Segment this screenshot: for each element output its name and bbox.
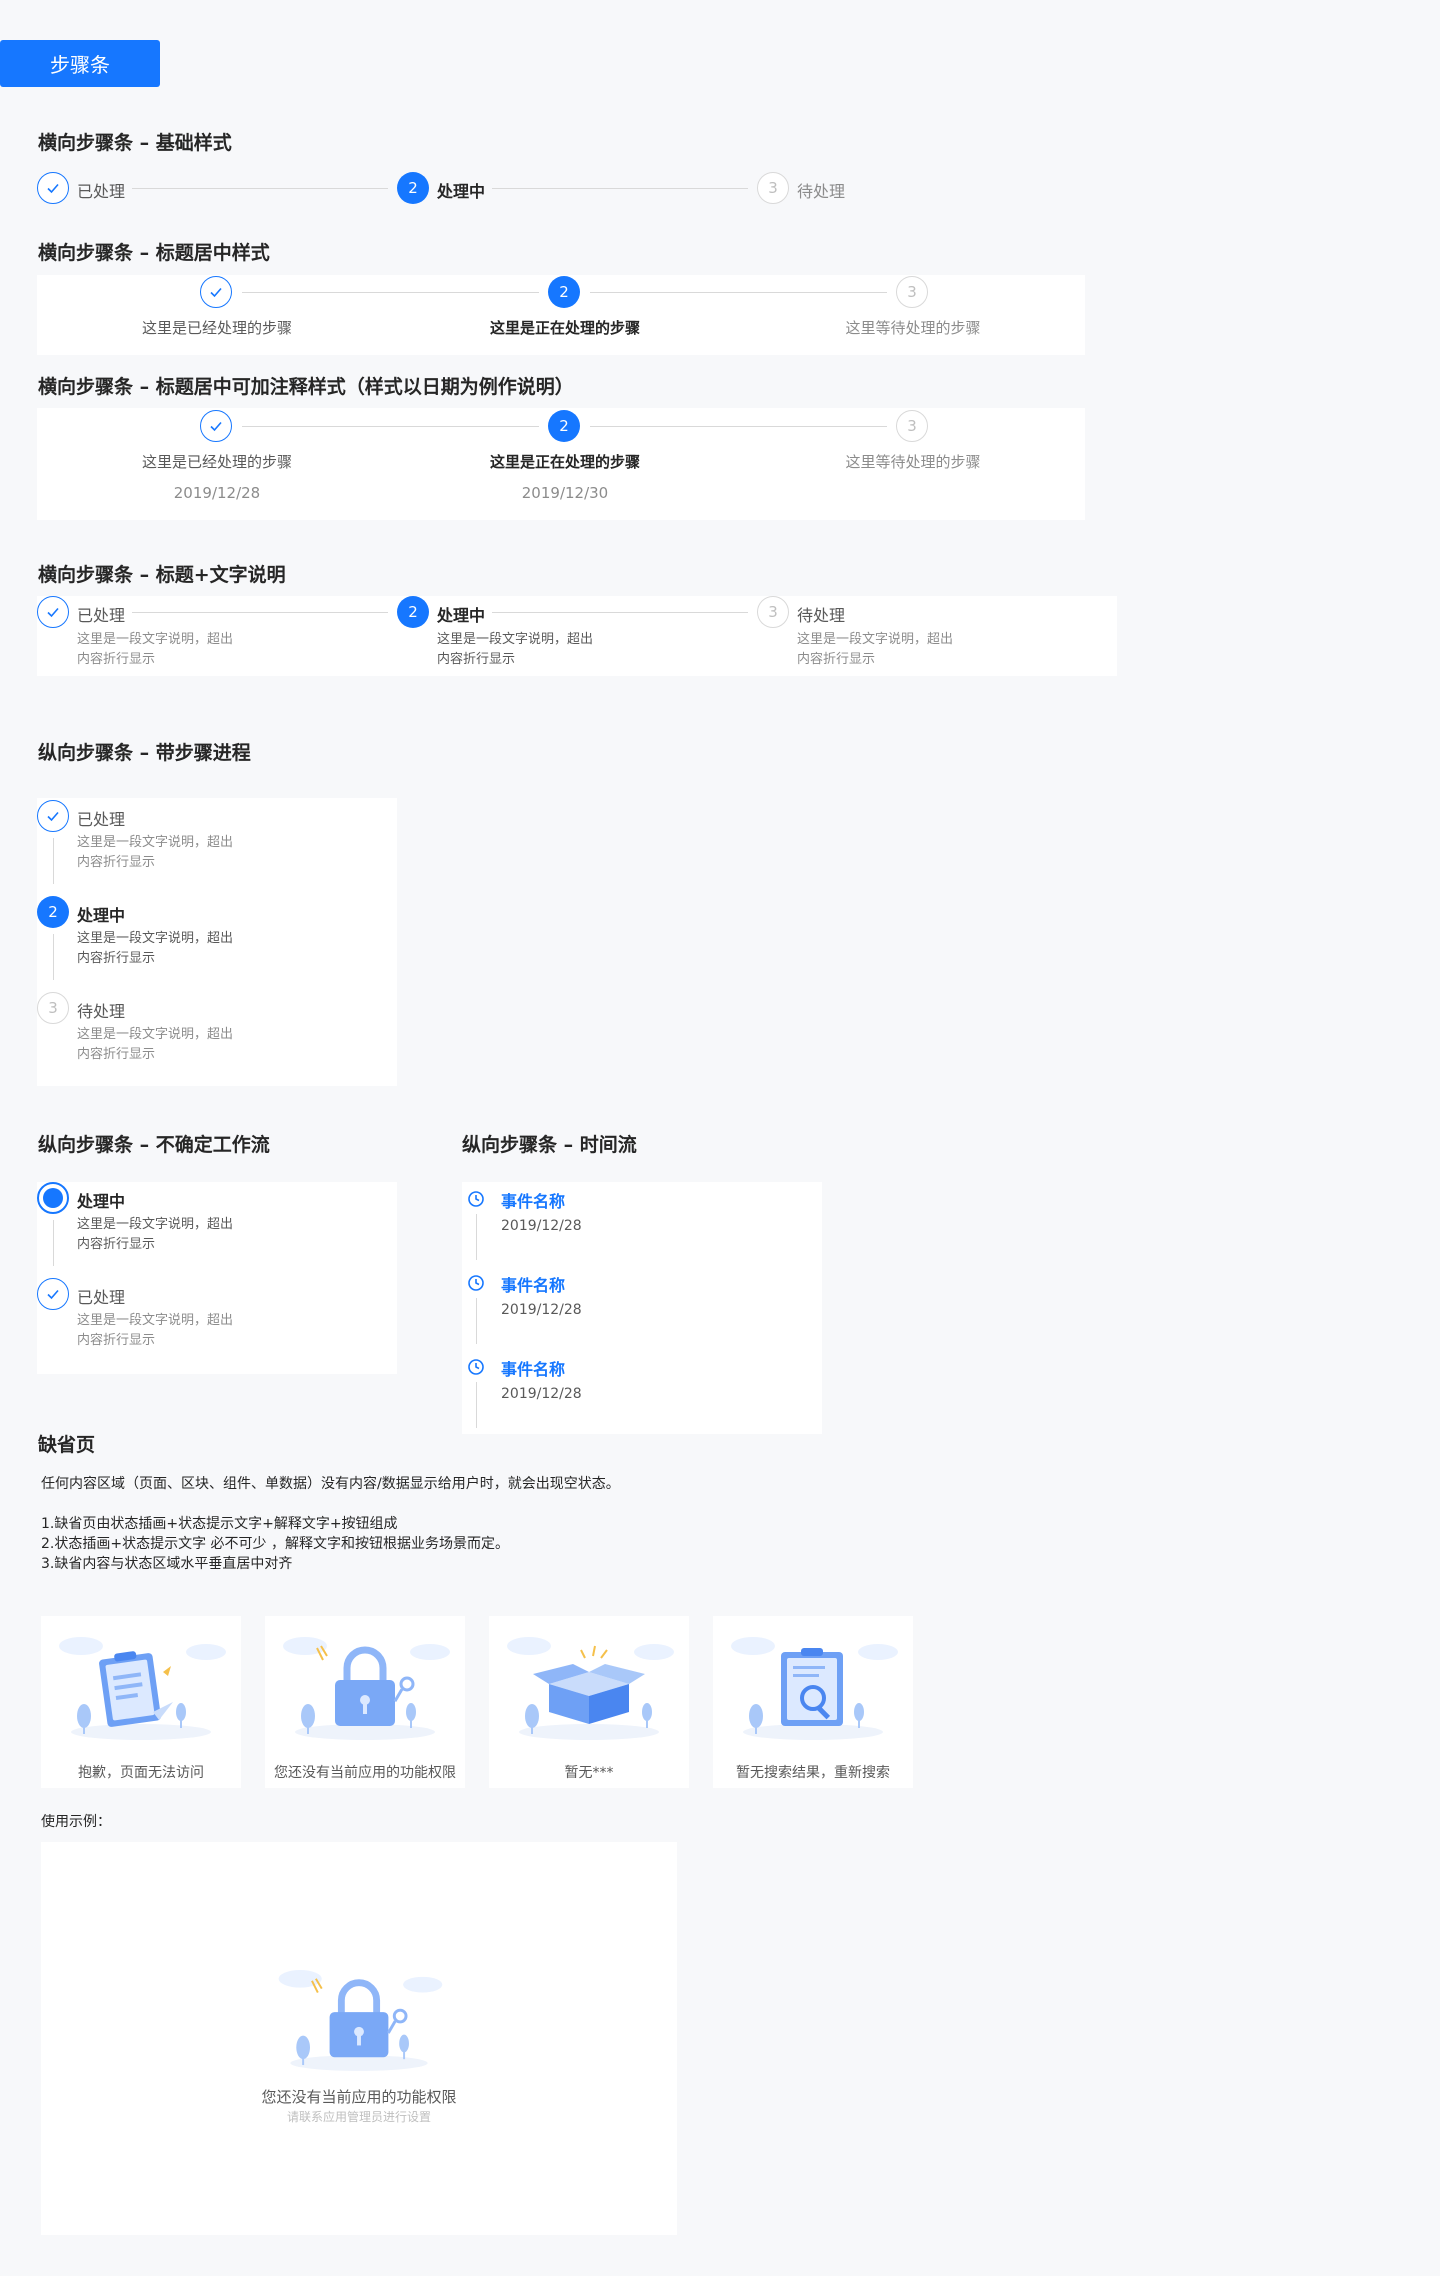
step-current-icon: 2 bbox=[548, 410, 580, 442]
timeline-event-date: 2019/12/28 bbox=[501, 1386, 582, 1402]
step-title-current: 这里是正在处理的步骤 bbox=[489, 453, 641, 471]
step-desc-line1: 这里是一段文字说明，超出 bbox=[77, 1217, 234, 1232]
steps-workflow-card: 处理中 这里是一段文字说明，超出 内容折行显示 已处理 这里是一段文字说明，超出… bbox=[37, 1182, 397, 1374]
step-title-done: 这里是已经处理的步骤 bbox=[141, 319, 293, 337]
step-label-wait: 待处理 bbox=[77, 1002, 126, 1021]
step-desc-line1: 这里是一段文字说明，超出 bbox=[77, 1027, 234, 1042]
step-desc-line1: 这里是一段文字说明，超出 bbox=[77, 632, 234, 647]
search-document-icon bbox=[731, 1637, 898, 1740]
step-label-wait: 待处理 bbox=[797, 606, 846, 625]
clock-icon bbox=[468, 1191, 484, 1207]
timeline-event-title[interactable]: 事件名称 bbox=[501, 1356, 565, 1380]
step-wait-icon: 3 bbox=[757, 172, 789, 204]
empty-card-no-data: 暂无*** bbox=[489, 1616, 689, 1788]
step-desc-line2: 内容折行显示 bbox=[77, 1237, 156, 1252]
steps-vertical-card: 已处理 这里是一段文字说明，超出 内容折行显示 2 处理中 这里是一段文字说明，… bbox=[37, 798, 397, 1086]
timeline-event-title[interactable]: 事件名称 bbox=[501, 1272, 565, 1296]
step-desc-line1: 这里是一段文字说明，超出 bbox=[77, 1313, 234, 1328]
empty-card-no-permission: 您还没有当前应用的功能权限 bbox=[265, 1616, 465, 1788]
step-label-done: 已处理 bbox=[77, 810, 126, 829]
box-icon bbox=[507, 1637, 674, 1740]
empty-rule-3: 3.缺省内容与状态区域水平垂直居中对齐 bbox=[41, 1556, 293, 1572]
empty-caption: 暂无*** bbox=[564, 1765, 614, 1781]
step-desc-line2: 内容折行显示 bbox=[797, 652, 876, 667]
example-panel: 您还没有当前应用的功能权限 请联系应用管理员进行设置 bbox=[41, 1842, 677, 2235]
section-title-annotated: 横向步骤条 – 标题居中可加注释样式（样式以日期为例作说明） bbox=[38, 376, 574, 398]
step-desc-line1: 这里是一段文字说明，超出 bbox=[77, 835, 234, 850]
example-title: 您还没有当前应用的功能权限 bbox=[261, 2088, 457, 2106]
clock-icon bbox=[468, 1359, 484, 1375]
step-desc-line2: 内容折行显示 bbox=[77, 1333, 156, 1348]
step-current-icon: 2 bbox=[548, 276, 580, 308]
step-label-current: 处理中 bbox=[77, 1192, 126, 1211]
section-title-basic: 横向步骤条 – 基础样式 bbox=[38, 132, 232, 154]
step-done-icon bbox=[200, 410, 232, 442]
empty-rule-1: 1.缺省页由状态插画+状态提示文字+解释文字+按钮组成 bbox=[41, 1516, 398, 1532]
timeline-event-date: 2019/12/28 bbox=[501, 1302, 582, 1318]
step-desc-line1: 这里是一段文字说明，超出 bbox=[797, 632, 954, 647]
step-desc-line2: 内容折行显示 bbox=[77, 855, 156, 870]
section-title-vertical: 纵向步骤条 – 带步骤进程 bbox=[38, 742, 251, 764]
section-title-workflow: 纵向步骤条 – 不确定工作流 bbox=[38, 1134, 270, 1156]
step-wait-icon: 3 bbox=[896, 410, 928, 442]
step-title-done: 这里是已经处理的步骤 bbox=[141, 453, 293, 471]
step-label-current: 处理中 bbox=[437, 606, 486, 625]
step-processing-icon bbox=[37, 1182, 69, 1214]
step-desc-line1: 这里是一段文字说明，超出 bbox=[437, 632, 594, 647]
step-current-icon: 2 bbox=[397, 172, 429, 204]
step-desc-line2: 内容折行显示 bbox=[77, 652, 156, 667]
lock-icon bbox=[283, 1637, 450, 1740]
empty-card-no-search-result: 暂无搜索结果，重新搜索 bbox=[713, 1616, 913, 1788]
section-title-empty: 缺省页 bbox=[38, 1434, 96, 1456]
step-label-wait: 待处理 bbox=[797, 182, 846, 201]
empty-caption: 暂无搜索结果，重新搜索 bbox=[736, 1765, 890, 1781]
step-desc-line2: 内容折行显示 bbox=[77, 951, 156, 966]
step-done-icon bbox=[37, 1278, 69, 1310]
step-done-icon bbox=[37, 800, 69, 832]
step-label-current: 处理中 bbox=[437, 182, 486, 201]
step-date-current: 2019/12/30 bbox=[521, 484, 609, 502]
section-title-described: 横向步骤条 – 标题+文字说明 bbox=[38, 564, 286, 586]
step-label-current: 处理中 bbox=[77, 906, 126, 925]
step-label-done: 已处理 bbox=[77, 182, 126, 201]
empty-intro: 任何内容区域（页面、区块、组件、单数据）没有内容/数据显示给用户时，就会出现空状… bbox=[41, 1476, 620, 1492]
step-done-icon bbox=[37, 172, 69, 204]
step-done-icon bbox=[200, 276, 232, 308]
steps-described-card: 已处理 这里是一段文字说明，超出 内容折行显示 2 处理中 这里是一段文字说明，… bbox=[37, 596, 1117, 676]
step-done-icon bbox=[37, 596, 69, 628]
timeline-card: 事件名称 2019/12/28 事件名称 2019/12/28 事件名称 201… bbox=[462, 1182, 822, 1434]
step-wait-icon: 3 bbox=[37, 992, 69, 1024]
page-badge[interactable]: 步骤条 bbox=[0, 40, 160, 87]
step-wait-icon: 3 bbox=[896, 276, 928, 308]
empty-caption: 您还没有当前应用的功能权限 bbox=[274, 1765, 456, 1781]
step-title-wait: 这里等待处理的步骤 bbox=[845, 319, 981, 337]
example-label: 使用示例： bbox=[41, 1814, 111, 1830]
lock-icon bbox=[278, 1969, 443, 2071]
example-subtitle: 请联系应用管理员进行设置 bbox=[286, 2110, 432, 2124]
empty-caption: 抱歉，页面无法访问 bbox=[78, 1765, 204, 1781]
empty-rule-2: 2.状态插画+状态提示文字 必不可少 ，解释文字和按钮根据业务场景而定。 bbox=[41, 1536, 509, 1552]
step-desc-line1: 这里是一段文字说明，超出 bbox=[77, 931, 234, 946]
steps-centered-card: 2 3 这里是已经处理的步骤 这里是正在处理的步骤 这里等待处理的步骤 bbox=[37, 275, 1085, 355]
step-desc-line2: 内容折行显示 bbox=[437, 652, 516, 667]
step-current-icon: 2 bbox=[397, 596, 429, 628]
step-date-done: 2019/12/28 bbox=[173, 484, 261, 502]
step-label-done: 已处理 bbox=[77, 606, 126, 625]
empty-card-no-access: 抱歉，页面无法访问 bbox=[41, 1616, 241, 1788]
steps-annotated-card: 2 3 这里是已经处理的步骤 这里是正在处理的步骤 这里等待处理的步骤 2019… bbox=[37, 408, 1085, 520]
step-label-done: 已处理 bbox=[77, 1288, 126, 1307]
clipboard-icon bbox=[59, 1637, 226, 1740]
timeline-event-date: 2019/12/28 bbox=[501, 1218, 582, 1234]
step-title-current: 这里是正在处理的步骤 bbox=[489, 319, 641, 337]
step-current-icon: 2 bbox=[37, 896, 69, 928]
section-title-timeline: 纵向步骤条 – 时间流 bbox=[462, 1134, 637, 1156]
step-title-wait: 这里等待处理的步骤 bbox=[845, 453, 981, 471]
timeline-event-title[interactable]: 事件名称 bbox=[501, 1188, 565, 1212]
clock-icon bbox=[468, 1275, 484, 1291]
step-wait-icon: 3 bbox=[757, 596, 789, 628]
section-title-centered: 横向步骤条 – 标题居中样式 bbox=[38, 242, 270, 264]
step-desc-line2: 内容折行显示 bbox=[77, 1047, 156, 1062]
